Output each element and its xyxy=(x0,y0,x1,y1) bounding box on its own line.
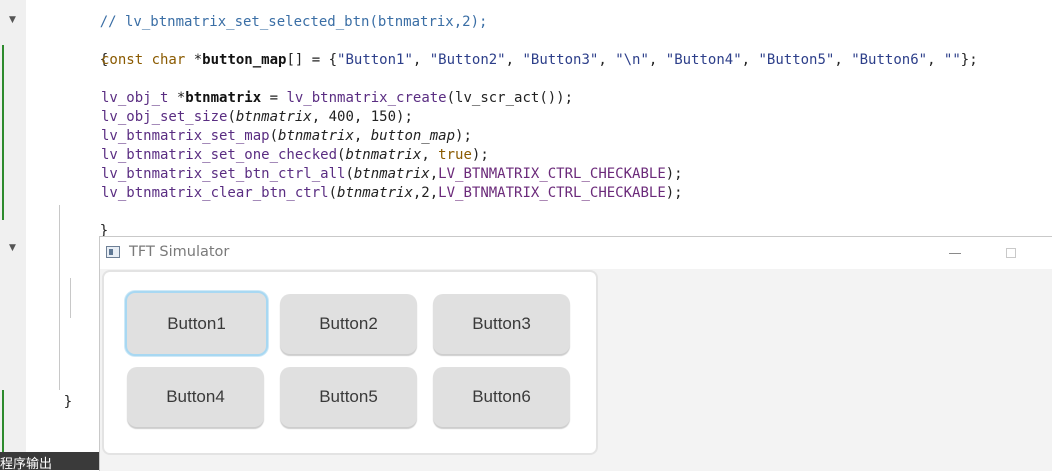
string-literal: "Button2" xyxy=(429,52,506,68)
string-literal: "Button6" xyxy=(851,52,928,68)
matrix-button-5[interactable]: Button5 xyxy=(280,367,417,427)
argument: btnmatrix xyxy=(278,128,354,144)
window-titlebar[interactable]: TFT Simulator xyxy=(100,237,1052,269)
code-token: ); xyxy=(665,185,683,201)
app-window-icon xyxy=(106,246,120,258)
code-token: ( xyxy=(345,166,354,182)
maximize-icon[interactable] xyxy=(1006,248,1016,258)
function-name: lv_obj_set_size xyxy=(101,109,228,125)
string-literal: "Button5" xyxy=(758,52,835,68)
string-literal: "" xyxy=(943,52,961,68)
code-token: , xyxy=(353,128,371,144)
function-name: lv_btnmatrix_set_one_checked xyxy=(101,147,338,163)
change-marker xyxy=(2,390,4,452)
minimize-icon[interactable] xyxy=(946,243,966,263)
identifier: button_map xyxy=(202,52,287,68)
string-literal: "Button1" xyxy=(337,52,413,68)
button-matrix: Button1 Button2 Button3 Button4 Button5 … xyxy=(102,270,598,455)
scope-guide xyxy=(59,205,60,390)
identifier: btnmatrix xyxy=(185,90,262,106)
code-token: , xyxy=(421,147,439,163)
code-token: , 400, 150); xyxy=(311,109,413,125)
editor-gutter: ▼ ▼ xyxy=(0,0,26,470)
type-name: lv_obj_t xyxy=(101,90,169,106)
keyword: true xyxy=(438,147,472,163)
keyword: const char xyxy=(101,52,186,68)
brace: } xyxy=(63,394,73,410)
macro: LV_BTNMATRIX_CTRL_CHECKABLE xyxy=(438,166,666,182)
argument: btnmatrix xyxy=(353,166,430,182)
output-tab-label: 程序输出 xyxy=(0,457,53,472)
argument: btnmatrix xyxy=(337,185,413,201)
argument: btnmatrix xyxy=(345,147,422,163)
code-token: ); xyxy=(471,147,489,163)
matrix-button-1[interactable]: Button1 xyxy=(125,291,268,356)
code-line: lv_btnmatrix_set_one_checked(btnmatrix, … xyxy=(101,146,489,165)
code-token: * xyxy=(168,90,186,106)
code-line: lv_obj_t *btnmatrix = lv_btnmatrix_creat… xyxy=(101,89,573,108)
code-line: lv_obj_set_size(btnmatrix, 400, 150); xyxy=(101,108,413,127)
code-comment: // lv_btnmatrix_set_selected_btn(btnmatr… xyxy=(99,14,488,30)
tft-simulator-window[interactable]: TFT Simulator Button1 Button2 Button3 Bu… xyxy=(99,236,1052,471)
code-token: ,2, xyxy=(412,185,439,201)
code-token: ); xyxy=(455,128,472,144)
code-line: lv_btnmatrix_clear_btn_ctrl(btnmatrix,2,… xyxy=(101,184,683,203)
matrix-button-2[interactable]: Button2 xyxy=(280,294,417,354)
string-literal: "Button3" xyxy=(522,52,599,68)
matrix-button-4[interactable]: Button4 xyxy=(127,367,264,427)
code-line: } xyxy=(66,203,108,239)
string-literal: "Button4" xyxy=(665,52,742,68)
code-token: , xyxy=(429,166,439,182)
macro: LV_BTNMATRIX_CTRL_CHECKABLE xyxy=(438,185,666,201)
output-panel-tab[interactable]: 程序输出 xyxy=(0,452,100,472)
code-token: = xyxy=(261,90,287,106)
code-token: ( xyxy=(227,109,236,125)
code-line: lv_btnmatrix_set_map(btnmatrix, button_m… xyxy=(101,127,472,146)
string-literal: "\n" xyxy=(615,52,649,68)
code-line: lv_btnmatrix_set_btn_ctrl_all(btnmatrix,… xyxy=(101,165,683,184)
function-name: lv_btnmatrix_set_btn_ctrl_all xyxy=(101,166,346,182)
code-token: [] = { xyxy=(286,52,338,68)
code-token: ( xyxy=(269,128,279,144)
window-title: TFT Simulator xyxy=(129,244,230,260)
code-token: (lv_scr_act()); xyxy=(446,90,574,106)
code-line: { xyxy=(66,32,108,68)
code-line: // lv_btnmatrix_set_selected_btn(btnmatr… xyxy=(66,0,488,30)
argument: button_map xyxy=(370,128,456,144)
code-token: ( xyxy=(328,185,338,201)
fold-toggle-icon[interactable]: ▼ xyxy=(9,243,16,253)
argument: btnmatrix xyxy=(235,109,312,125)
code-token: }; xyxy=(960,52,978,68)
matrix-button-6[interactable]: Button6 xyxy=(433,367,570,427)
function-name: lv_btnmatrix_clear_btn_ctrl xyxy=(101,185,329,201)
code-token: ); xyxy=(665,166,683,182)
code-line: } xyxy=(30,374,72,410)
fold-toggle-icon[interactable]: ▼ xyxy=(9,15,16,25)
function-name: lv_btnmatrix_create xyxy=(286,90,447,106)
matrix-button-3[interactable]: Button3 xyxy=(433,294,570,354)
function-name: lv_btnmatrix_set_map xyxy=(101,128,270,144)
code-token: * xyxy=(185,52,203,68)
change-marker xyxy=(2,45,4,220)
code-line: const char *button_map[] = {"Button1", "… xyxy=(101,52,978,68)
